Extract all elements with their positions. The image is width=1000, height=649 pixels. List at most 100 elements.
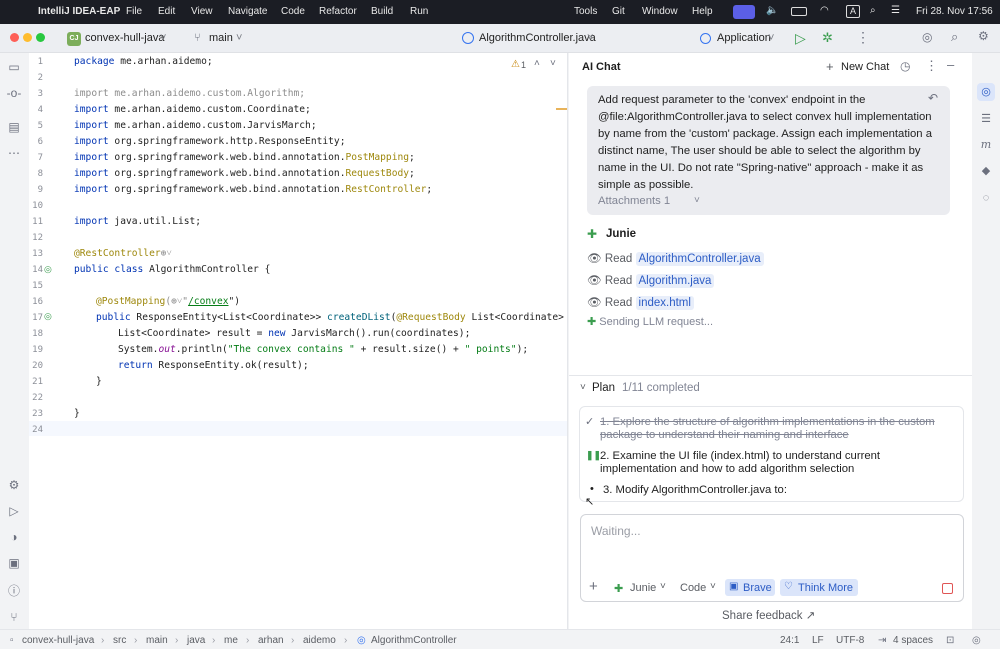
breadcrumb-separator: › <box>212 635 216 646</box>
plan-item-active: 2. Examine the UI file (index.html) to u… <box>600 450 881 475</box>
eye-icon: 👁 <box>587 275 602 287</box>
project-selector[interactable]: convex-hull-java <box>85 32 164 44</box>
services-icon[interactable]: ⚙ <box>6 477 22 493</box>
maven-icon[interactable]: m <box>978 137 994 153</box>
run-icon[interactable]: ▷ <box>795 30 806 47</box>
attachments-toggle[interactable]: Attachments 1 <box>598 195 670 207</box>
breadcrumb-item[interactable]: me <box>224 635 238 646</box>
run-config-selector[interactable]: Application <box>717 32 771 44</box>
breadcrumb-item[interactable]: java <box>187 635 205 646</box>
menu-code[interactable]: Code <box>281 6 305 17</box>
notifications-icon[interactable]: ◌ <box>978 190 994 206</box>
breadcrumb-item[interactable]: src <box>113 635 126 646</box>
share-feedback-link[interactable]: Share feedback ↗ <box>722 608 815 622</box>
commit-icon[interactable]: -o- <box>6 85 22 101</box>
menu-build[interactable]: Build <box>371 6 393 17</box>
structure-icon[interactable]: ▤ <box>6 119 22 135</box>
code-editor[interactable]: ⚠ 1 ˄ ˅ ◎ ◎ 1 2 3 4 5 6 7 8 9 10 11 12 1… <box>29 53 568 629</box>
file-link[interactable]: AlgorithmController.java <box>635 252 764 266</box>
chevron-down-icon[interactable]: ˅ <box>550 58 556 69</box>
ai-status-icon[interactable]: ◎ <box>972 635 981 646</box>
stop-button[interactable] <box>942 583 953 594</box>
minimize-panel-icon[interactable]: – <box>947 57 954 72</box>
class-icon: ◎ <box>357 635 366 646</box>
menubar-clock[interactable]: Fri 28. Nov 17:56 <box>916 6 993 17</box>
menu-refactor[interactable]: Refactor <box>319 6 357 17</box>
wifi-icon[interactable]: ◠ <box>820 5 829 16</box>
menu-help[interactable]: Help <box>692 6 713 17</box>
settings-gear-icon[interactable]: ⚙ <box>978 29 989 43</box>
maximize-window-button[interactable] <box>36 33 45 42</box>
endpoint-gutter-icon[interactable]: ◎ <box>44 311 52 322</box>
add-attachment-icon[interactable]: + <box>589 578 598 595</box>
line-number: 1 <box>37 57 43 67</box>
ai-assistant-icon[interactable]: ◎ <box>922 30 932 44</box>
close-window-button[interactable] <box>10 33 19 42</box>
search-icon[interactable]: ⌕ <box>951 29 958 45</box>
menu-tools[interactable]: Tools <box>574 6 597 17</box>
code-line: public ResponseEntity<List<Coordinate>> … <box>96 312 567 323</box>
chevron-up-icon[interactable]: ˄ <box>534 58 540 69</box>
plus-icon[interactable]: + <box>826 59 834 74</box>
agent-select[interactable]: Junie <box>630 582 656 594</box>
more-icon[interactable]: ⋮ <box>925 58 938 74</box>
lock-icon[interactable]: ⊡ <box>946 635 954 646</box>
input-source-icon[interactable]: A <box>846 5 860 18</box>
breadcrumb-item[interactable]: arhan <box>258 635 284 646</box>
gradle-icon[interactable]: ◆ <box>978 163 994 179</box>
problems-icon[interactable]: ⓘ <box>6 583 22 599</box>
history-icon[interactable]: ◷ <box>900 59 910 73</box>
chat-input-box[interactable]: Waiting... + ✚ Junie ˅ Code ˅ ▣ Brave ♡ … <box>580 514 964 602</box>
menu-file[interactable]: File <box>126 6 142 17</box>
debug-tool-icon[interactable]: ◑ <box>6 529 22 545</box>
file-encoding[interactable]: UTF-8 <box>836 635 864 646</box>
code-token[interactable]: /convex <box>188 296 228 307</box>
database-icon[interactable]: ☰ <box>978 111 994 127</box>
run-tool-icon[interactable]: ▷ <box>6 503 22 519</box>
line-separator[interactable]: LF <box>812 635 824 646</box>
more-icon[interactable]: ⋮ <box>856 29 870 46</box>
line-number: 6 <box>37 137 43 147</box>
menu-git[interactable]: Git <box>612 6 625 17</box>
undo-icon[interactable]: ↶ <box>928 91 938 105</box>
file-link[interactable]: Algorithm.java <box>635 274 715 288</box>
chat-input[interactable]: Waiting... <box>591 524 641 538</box>
ai-chat-icon[interactable]: ◎ <box>977 83 995 101</box>
code-line: return ResponseEntity.ok(result); <box>118 360 309 371</box>
project-folder-icon[interactable]: ▭ <box>6 59 22 75</box>
mode-select[interactable]: Code <box>680 582 706 594</box>
breadcrumb-item[interactable]: aidemo <box>303 635 336 646</box>
menu-view[interactable]: View <box>191 6 213 17</box>
indent-setting[interactable]: 4 spaces <box>893 635 933 646</box>
new-chat-button[interactable]: New Chat <box>841 61 889 73</box>
volume-icon[interactable]: 🔈 <box>766 5 778 16</box>
file-link[interactable]: index.html <box>635 296 694 310</box>
menu-run[interactable]: Run <box>410 6 428 17</box>
code-token[interactable]: ⊕˅ <box>161 248 172 259</box>
breadcrumb-item[interactable]: convex-hull-java <box>22 635 94 646</box>
warning-icon[interactable]: ⚠ <box>511 59 520 70</box>
breadcrumb-item[interactable]: AlgorithmController <box>371 635 457 646</box>
bean-gutter-icon[interactable]: ◎ <box>44 264 52 275</box>
menu-navigate[interactable]: Navigate <box>228 6 267 17</box>
cursor-position[interactable]: 24:1 <box>780 635 799 646</box>
debug-icon[interactable]: ✲ <box>822 30 833 46</box>
terminal-icon[interactable]: ▣ <box>6 555 22 571</box>
menu-edit[interactable]: Edit <box>158 6 175 17</box>
search-icon[interactable]: ⌕ <box>870 5 876 16</box>
minimize-window-button[interactable] <box>23 33 32 42</box>
code-token: RestController <box>345 184 427 195</box>
file-selector[interactable]: AlgorithmController.java <box>479 32 596 44</box>
branch-selector[interactable]: main <box>209 32 233 44</box>
more-tools-icon[interactable]: ⋯ <box>6 145 22 161</box>
line-number: 11 <box>32 217 43 227</box>
chevron-down-icon[interactable]: ˅ <box>580 382 586 393</box>
plan-title[interactable]: Plan <box>592 382 615 394</box>
control-center-icon[interactable]: ☰ <box>891 5 900 16</box>
screen-share-icon[interactable] <box>733 5 755 19</box>
battery-icon[interactable] <box>791 7 807 16</box>
app-menu[interactable]: IntelliJ IDEA-EAP <box>38 6 120 17</box>
menu-window[interactable]: Window <box>642 6 678 17</box>
breadcrumb-item[interactable]: main <box>146 635 168 646</box>
git-icon[interactable]: ⑂ <box>6 609 22 625</box>
